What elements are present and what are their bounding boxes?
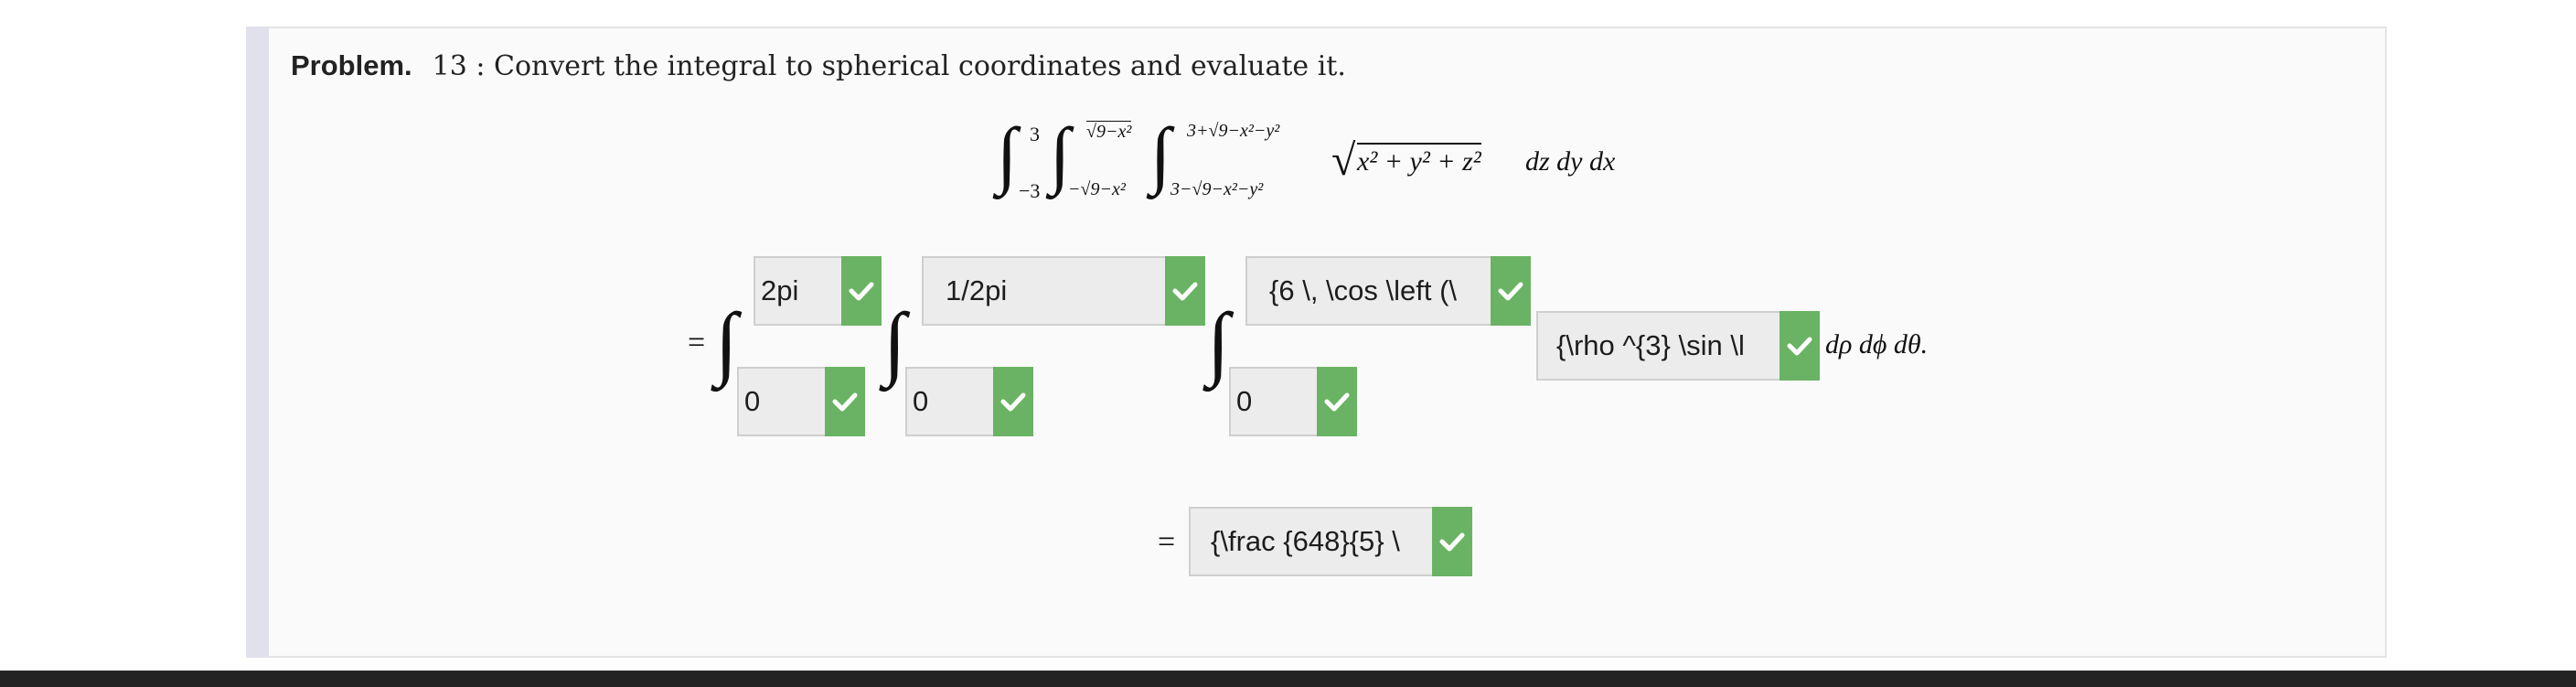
given-differentials: dz dy dx: [1525, 146, 1616, 177]
result-equals: =: [1158, 525, 1176, 559]
theta-lower-field[interactable]: 0: [737, 367, 865, 436]
inner-upper-limit: 3+√9−x²−y²: [1187, 121, 1280, 141]
spherical-equals: =: [688, 326, 706, 360]
rho-lower-value: 0: [1236, 385, 1253, 417]
theta-lower-value: 0: [744, 385, 761, 417]
given-integrand: x² + y² + z²: [1357, 143, 1481, 177]
checkmark-icon: [825, 367, 865, 436]
inner-lower-limit: 3−√9−x²−y²: [1170, 179, 1264, 199]
problem-label: Problem.: [291, 49, 412, 81]
bottom-bar: [0, 671, 2576, 687]
checkmark-icon: [993, 367, 1033, 436]
checkmark-icon: [1432, 507, 1472, 576]
rho-upper-value: {6 \, \cos \left (\: [1269, 274, 1458, 306]
card-accent-bar: [246, 27, 269, 658]
phi-lower-value: 0: [913, 385, 929, 417]
rho-lower-field[interactable]: 0: [1229, 367, 1357, 436]
phi-upper-value: 1/2pi: [946, 274, 1008, 306]
checkmark-icon: [1780, 311, 1820, 381]
checkmark-icon: [1165, 256, 1205, 326]
theta-upper-field[interactable]: 2pi: [754, 256, 882, 326]
theta-integral-sign: ∫: [715, 297, 738, 388]
spherical-integrand-value: {\rho ^{3} \sin \l: [1556, 329, 1745, 361]
phi-lower-field[interactable]: 0: [905, 367, 1033, 436]
phi-upper-field[interactable]: 1/2pi: [922, 256, 1205, 326]
middle-lower-limit: −√9−x²: [1068, 179, 1126, 199]
result-value: {\frac {648}{5} \: [1211, 525, 1400, 557]
checkmark-icon: [1317, 367, 1357, 436]
checkmark-icon: [1491, 256, 1531, 326]
problem-text: 13 : Convert the integral to spherical c…: [432, 50, 1346, 82]
problem-statement: Problem. 13 : Convert the integral to sp…: [291, 49, 1346, 90]
checkmark-icon: [841, 256, 882, 326]
outer-integral-sign: ∫: [997, 113, 1018, 196]
rho-integral-sign: ∫: [1207, 297, 1230, 388]
result-field[interactable]: {\frac {648}{5} \: [1189, 507, 1472, 576]
rho-upper-field[interactable]: {6 \, \cos \left (\: [1245, 256, 1531, 326]
inner-integral-sign: ∫: [1150, 113, 1171, 196]
spherical-differentials: dρ dϕ dθ.: [1825, 329, 1929, 360]
radical-sign: √: [1331, 136, 1356, 185]
outer-upper-limit: 3: [1030, 123, 1040, 145]
theta-upper-value: 2pi: [761, 274, 799, 306]
outer-lower-limit: −3: [1019, 179, 1041, 202]
phi-integral-sign: ∫: [883, 297, 906, 388]
spherical-integrand-field[interactable]: {\rho ^{3} \sin \l: [1536, 311, 1820, 381]
middle-upper-limit: √9−x²: [1086, 121, 1132, 142]
